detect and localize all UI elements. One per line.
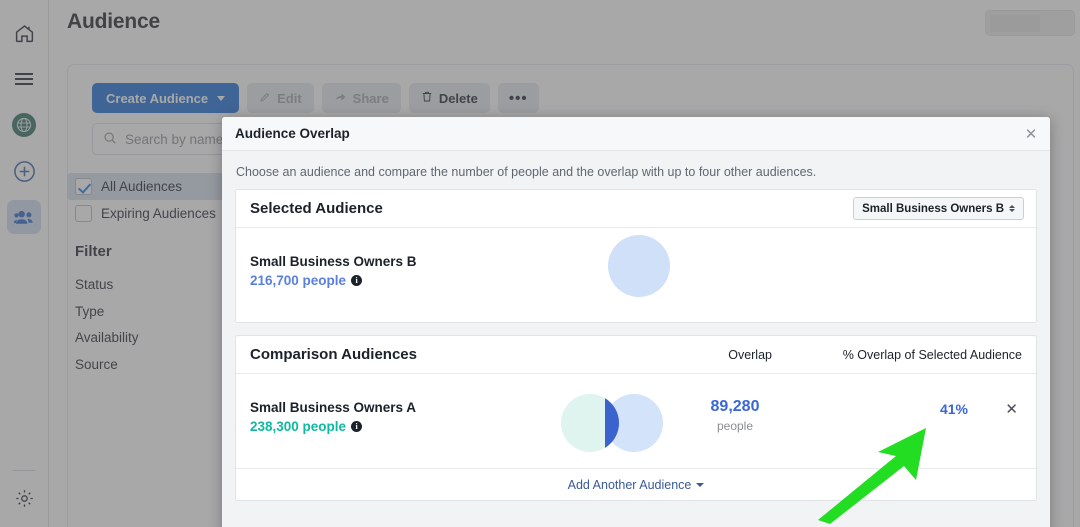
selected-audience-row: Small Business Owners B 216,700 people i: [236, 228, 1036, 322]
selected-audience-heading: Selected Audience: [250, 200, 383, 217]
selected-audience-circle: [608, 235, 670, 297]
comparison-audience-name: Small Business Owners A: [250, 400, 417, 415]
selected-audience-size-text: 216,700 people: [250, 273, 347, 288]
remove-row-icon[interactable]: ✕: [1005, 400, 1018, 418]
table-row: Small Business Owners A 238,300 people i…: [236, 374, 1036, 468]
column-header-overlap: Overlap: [728, 347, 772, 362]
close-icon[interactable]: ✕: [1022, 125, 1040, 143]
comparison-audience-size: 238,300 people i: [250, 419, 363, 434]
add-another-audience-button[interactable]: Add Another Audience: [236, 468, 1036, 500]
chevron-down-icon: [696, 482, 705, 487]
comparison-heading: Comparison Audiences: [250, 346, 417, 363]
audience-overlap-dialog: Audience Overlap ✕ Choose an audience an…: [222, 117, 1050, 527]
audience-select-value: Small Business Owners B: [862, 202, 1004, 215]
info-icon[interactable]: i: [351, 275, 363, 286]
overlap-count: 89,280: [710, 398, 760, 415]
screen: Audience Create Audience Edit: [0, 0, 1080, 527]
selected-audience-name: Small Business Owners B: [250, 254, 417, 269]
comparison-audience-size-text: 238,300 people: [250, 419, 347, 434]
comparison-header: Comparison Audiences Overlap % Overlap o…: [236, 336, 1036, 374]
info-icon[interactable]: i: [351, 421, 363, 432]
add-another-audience-label: Add Another Audience: [567, 477, 692, 492]
audience-select-dropdown[interactable]: Small Business Owners B: [853, 197, 1024, 220]
overlap-percent: 41%: [939, 401, 968, 417]
comparison-audiences-card: Comparison Audiences Overlap % Overlap o…: [235, 335, 1037, 501]
selected-audience-size: 216,700 people i: [250, 273, 363, 288]
column-header-percent: % Overlap of Selected Audience: [842, 347, 1022, 362]
dialog-description: Choose an audience and compare the numbe…: [236, 165, 817, 179]
venn-diagram-icon: [561, 394, 663, 452]
overlap-count-unit: people: [716, 419, 754, 433]
dialog-header: Audience Overlap ✕: [222, 117, 1050, 151]
chevron-updown-icon: [1009, 205, 1015, 212]
selected-audience-header: Selected Audience Small Business Owners …: [236, 190, 1036, 228]
selected-audience-card: Selected Audience Small Business Owners …: [235, 189, 1037, 323]
dialog-title: Audience Overlap: [235, 126, 350, 141]
